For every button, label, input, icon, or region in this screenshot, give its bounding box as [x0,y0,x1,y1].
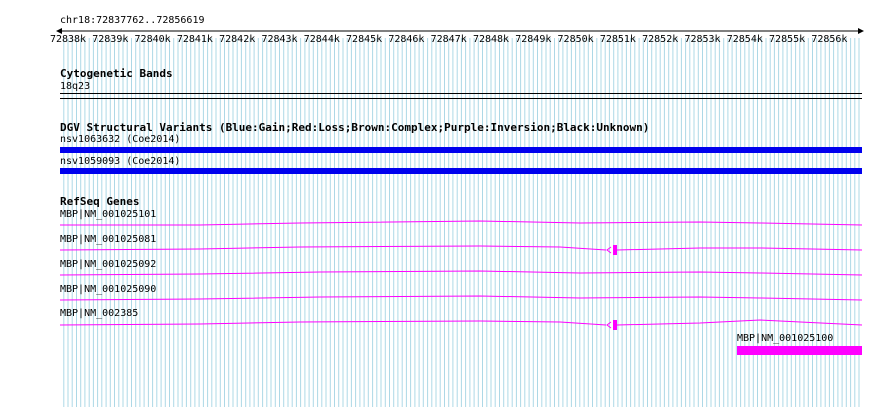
ruler-tick-label: 72843k [261,34,298,45]
gene-model[interactable] [0,243,890,255]
gene-exon-block[interactable] [737,346,862,355]
cytoband-label: 18q23 [60,81,91,92]
track-title-cytobands[interactable]: Cytogenetic Bands [60,68,173,80]
strand-arrow-icon [606,246,612,254]
ruler-tick-label: 72852k [642,34,679,45]
cytoband-top-line [60,93,862,94]
ruler-tick-label: 72856k [811,34,848,45]
ruler-tick-label: 72855k [769,34,806,45]
ruler-tick-label: 72851k [599,34,636,45]
dgv-item-label[interactable]: nsv1063632 (Coe2014) [60,134,180,146]
gene-model[interactable] [0,218,890,230]
ruler-tick-label: 72841k [176,34,213,45]
ruler-right-arrow-icon [858,28,864,34]
exon-block [613,320,617,330]
ruler-tick-label: 72842k [219,34,256,45]
ruler-tick-label: 72853k [684,34,721,45]
dgv-variant-bar[interactable] [60,168,862,174]
dgv-item-label[interactable]: nsv1059093 (Coe2014) [60,156,180,168]
track-title-dgv[interactable]: DGV Structural Variants (Blue:Gain;Red:L… [60,122,649,134]
ruler-tick-label: 72848k [472,34,510,45]
ruler-tick-label: 72854k [726,34,763,45]
cytoband-bottom-line [60,98,862,99]
ruler-tick-label: 72839k [92,34,129,45]
ruler-tick-label: 72845k [346,34,383,45]
gene-label[interactable]: MBP|NM_001025100 [737,333,833,345]
gene-model[interactable] [0,318,890,330]
ruler-tick-label: 72846k [388,34,425,45]
ruler-tick-label: 72838k [49,34,87,45]
gene-model[interactable] [0,293,890,305]
exon-block [613,245,617,255]
ruler-tick-label: 72847k [430,34,467,45]
ruler-tick-label: 72840k [134,34,171,45]
ruler-tick-label: 72849k [515,34,552,45]
strand-arrow-icon [606,321,612,329]
dgv-variant-bar[interactable] [60,147,862,153]
gene-model[interactable] [0,268,890,280]
ruler-tick-label: 72850k [557,34,594,45]
track-title-refseq[interactable]: RefSeq Genes [60,196,139,208]
ruler-tick-label: 72844k [303,34,340,45]
